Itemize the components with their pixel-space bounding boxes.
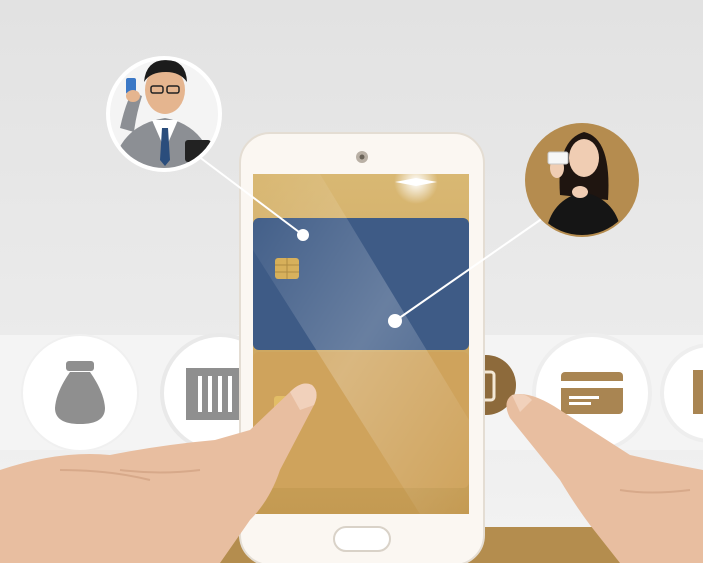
smartphone bbox=[239, 132, 485, 563]
phone-screen bbox=[253, 174, 469, 514]
ticket-icon bbox=[693, 370, 703, 414]
credit-card-icon bbox=[561, 372, 623, 414]
home-button bbox=[333, 526, 391, 552]
connector-dot-blue-top bbox=[297, 229, 309, 241]
receipt-icon bbox=[186, 368, 244, 420]
payment-illustration bbox=[0, 0, 703, 563]
connector-dot-blue-bottom bbox=[388, 314, 402, 328]
